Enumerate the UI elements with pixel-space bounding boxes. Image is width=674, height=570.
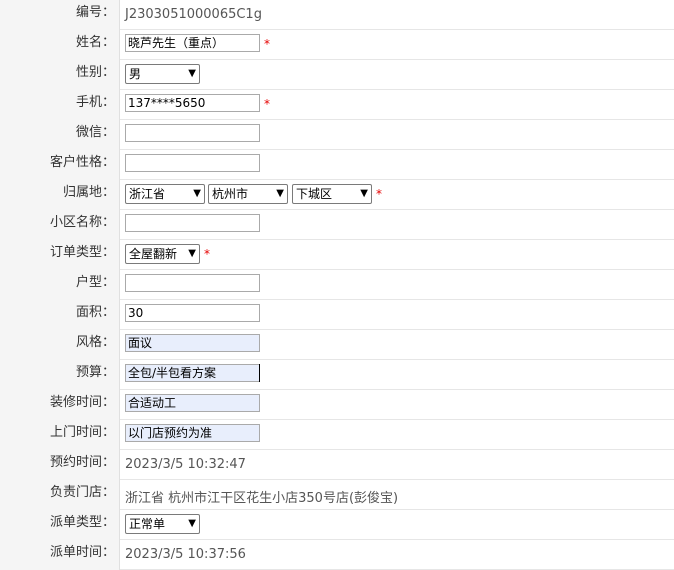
dispatch-type-select-value: 正常单 <box>129 517 166 531</box>
city-select-value: 杭州市 <box>212 187 249 201</box>
gender-select-value: 男 <box>129 67 142 81</box>
required-mark: * <box>264 37 270 51</box>
style-input[interactable]: 面议 <box>125 334 260 352</box>
dispatch-type-label: 派单类型： <box>0 510 120 540</box>
community-name-label: 小区名称： <box>0 210 120 240</box>
community-name-input[interactable] <box>125 214 260 232</box>
responsible-store-value: 浙江省 杭州市江干区花生小店350号店(彭俊宝) <box>125 491 399 506</box>
chevron-down-icon: ▼ <box>188 68 196 79</box>
visit-time-label: 上门时间： <box>0 420 120 450</box>
budget-input[interactable]: 全包/半包看方案 <box>125 364 260 382</box>
row-order-number: 编号： J2303051000065C1g <box>0 0 674 30</box>
phone-input[interactable]: 137****5650 <box>125 94 260 112</box>
row-order-type: 订单类型： 全屋翻新 ▼ * <box>0 240 674 270</box>
city-select[interactable]: 杭州市 ▼ <box>208 184 288 204</box>
row-phone: 手机： 137****5650 * <box>0 90 674 120</box>
row-gender: 性别： 男 ▼ <box>0 60 674 90</box>
dispatch-time-value: 2023/3/5 10:37:56 <box>125 547 246 562</box>
appointment-time-value: 2023/3/5 10:32:47 <box>125 457 246 472</box>
visit-time-input[interactable]: 以门店预约为准 <box>125 424 260 442</box>
row-appointment-time: 预约时间： 2023/3/5 10:32:47 <box>0 450 674 480</box>
order-detail-form: 编号： J2303051000065C1g 姓名： 晓芦先生（重点） * 性别：… <box>0 0 674 570</box>
row-location: 归属地： 浙江省 ▼ 杭州市 ▼ 下城区 ▼ * <box>0 180 674 210</box>
row-area: 面积： 30 <box>0 300 674 330</box>
row-responsible-store: 负责门店： 浙江省 杭州市江干区花生小店350号店(彭俊宝) <box>0 480 674 510</box>
province-select-value: 浙江省 <box>129 187 166 201</box>
row-visit-time: 上门时间： 以门店预约为准 <box>0 420 674 450</box>
required-mark: * <box>204 247 210 261</box>
order-type-select[interactable]: 全屋翻新 ▼ <box>125 244 200 264</box>
district-select-value: 下城区 <box>296 187 333 201</box>
required-mark: * <box>376 187 382 201</box>
wechat-input[interactable] <box>125 124 260 142</box>
chevron-down-icon: ▼ <box>188 518 196 529</box>
renovation-time-input[interactable]: 合适动工 <box>125 394 260 412</box>
location-label: 归属地： <box>0 180 120 210</box>
appointment-time-label: 预约时间： <box>0 450 120 480</box>
style-label: 风格： <box>0 330 120 360</box>
house-type-label: 户型： <box>0 270 120 300</box>
required-mark: * <box>264 97 270 111</box>
text-cursor <box>259 364 260 382</box>
row-style: 风格： 面议 <box>0 330 674 360</box>
wechat-label: 微信： <box>0 120 120 150</box>
phone-label: 手机： <box>0 90 120 120</box>
responsible-store-label: 负责门店： <box>0 480 120 510</box>
row-budget: 预算： 全包/半包看方案 <box>0 360 674 390</box>
dispatch-type-select[interactable]: 正常单 ▼ <box>125 514 200 534</box>
budget-label: 预算： <box>0 360 120 390</box>
chevron-down-icon: ▼ <box>276 188 284 199</box>
gender-label: 性别： <box>0 60 120 90</box>
row-wechat: 微信： <box>0 120 674 150</box>
order-number-value: J2303051000065C1g <box>125 7 262 22</box>
chevron-down-icon: ▼ <box>193 188 201 199</box>
customer-personality-label: 客户性格： <box>0 150 120 180</box>
row-house-type: 户型： <box>0 270 674 300</box>
customer-personality-input[interactable] <box>125 154 260 172</box>
row-customer-personality: 客户性格： <box>0 150 674 180</box>
row-name: 姓名： 晓芦先生（重点） * <box>0 30 674 60</box>
chevron-down-icon: ▼ <box>188 248 196 259</box>
row-renovation-time: 装修时间： 合适动工 <box>0 390 674 420</box>
province-select[interactable]: 浙江省 ▼ <box>125 184 205 204</box>
chevron-down-icon: ▼ <box>360 188 368 199</box>
order-type-label: 订单类型： <box>0 240 120 270</box>
order-type-select-value: 全屋翻新 <box>129 247 178 261</box>
renovation-time-label: 装修时间： <box>0 390 120 420</box>
name-input[interactable]: 晓芦先生（重点） <box>125 34 260 52</box>
gender-select[interactable]: 男 ▼ <box>125 64 200 84</box>
row-dispatch-time: 派单时间： 2023/3/5 10:37:56 <box>0 540 674 570</box>
dispatch-time-label: 派单时间： <box>0 540 120 570</box>
order-number-label: 编号： <box>0 0 120 30</box>
area-label: 面积： <box>0 300 120 330</box>
district-select[interactable]: 下城区 ▼ <box>292 184 372 204</box>
row-community-name: 小区名称： <box>0 210 674 240</box>
house-type-input[interactable] <box>125 274 260 292</box>
area-input[interactable]: 30 <box>125 304 260 322</box>
row-dispatch-type: 派单类型： 正常单 ▼ <box>0 510 674 540</box>
name-label: 姓名： <box>0 30 120 60</box>
